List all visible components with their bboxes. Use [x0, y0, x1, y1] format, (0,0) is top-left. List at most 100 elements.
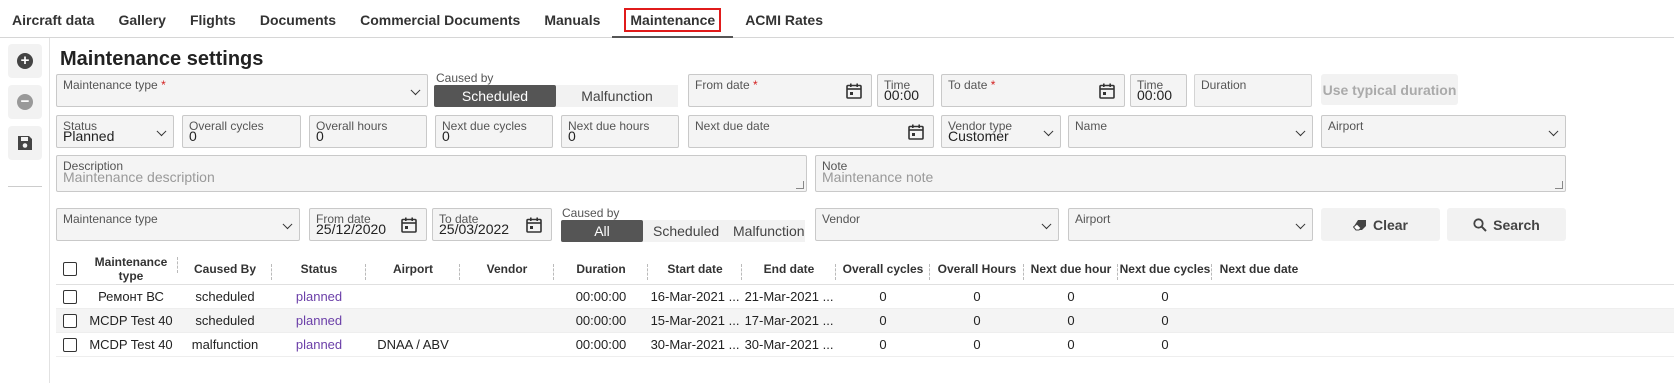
filter-from-date-field[interactable]: From date 25/12/2020 — [309, 208, 427, 241]
filter-airport-label: Airport — [1075, 212, 1111, 226]
col-overall-cycles[interactable]: Overall cycles — [836, 262, 930, 280]
filter-vendor-label: Vendor — [822, 212, 861, 226]
filter-maintenance-type-select[interactable]: Maintenance type — [56, 208, 300, 241]
cell-next-due-hour: 0 — [1067, 337, 1075, 352]
page-title: Maintenance settings — [60, 48, 264, 70]
row-select-cell — [56, 337, 84, 352]
from-time-field[interactable]: Time 00:00 — [877, 74, 934, 107]
col-start-date[interactable]: Start date — [648, 262, 742, 280]
cell-next-due-cycles: 0 — [1161, 289, 1169, 304]
cell-next-due-hour: 0 — [1067, 289, 1075, 304]
tab-acmi-rates[interactable]: ACMI Rates — [733, 0, 835, 38]
name-label: Name — [1075, 119, 1108, 133]
to-date-label: To date * — [948, 78, 996, 92]
col-next-due-date[interactable]: Next due date — [1212, 262, 1306, 276]
duration-field: Duration — [1194, 74, 1312, 107]
calendar-icon[interactable] — [1098, 82, 1116, 100]
filter-caused-by-all[interactable]: All — [561, 220, 643, 242]
caused-by-label: Caused by — [436, 71, 494, 85]
next-due-cycles-field[interactable]: Next due cycles 0 — [435, 115, 553, 148]
tab-maintenance[interactable]: Maintenance — [612, 0, 734, 38]
col-status[interactable]: Status — [272, 262, 366, 280]
select-all-checkbox[interactable] — [63, 261, 77, 276]
caused-by-malfunction[interactable]: Malfunction — [556, 85, 678, 107]
table-row[interactable]: MCDP Test 40 scheduled planned 00:00:00 … — [56, 309, 1674, 333]
airport-select[interactable]: Airport — [1321, 115, 1566, 148]
filter-caused-by-malfunction[interactable]: Malfunction — [723, 220, 805, 242]
cell-next-due-cycles: 0 — [1161, 313, 1169, 328]
use-typical-duration-button[interactable]: Use typical duration — [1321, 74, 1458, 105]
tab-gallery[interactable]: Gallery — [106, 0, 177, 38]
vendor-type-select[interactable]: Vendor type Customer — [941, 115, 1061, 148]
status-select[interactable]: Status Planned — [56, 115, 174, 148]
filter-airport-select[interactable]: Airport — [1068, 208, 1313, 241]
col-caused-by[interactable]: Caused By — [178, 262, 272, 280]
col-next-due-cycles[interactable]: Next due cycles — [1118, 262, 1212, 280]
filter-caused-by-scheduled[interactable]: Scheduled — [643, 220, 723, 242]
maintenance-table: Maintenance type Caused By Status Airpor… — [56, 253, 1674, 357]
search-button[interactable]: Search — [1447, 208, 1566, 241]
col-duration[interactable]: Duration — [554, 262, 648, 280]
calendar-icon[interactable] — [525, 216, 543, 234]
next-due-hours-field[interactable]: Next due hours 0 — [561, 115, 679, 148]
cell-airport: DNAA / ABV — [377, 337, 449, 352]
col-airport[interactable]: Airport — [366, 262, 460, 280]
cell-status: planned — [295, 313, 343, 328]
table-row[interactable]: MCDP Test 40 malfunction planned DNAA / … — [56, 333, 1674, 357]
cell-overall-cycles: 0 — [879, 337, 887, 352]
to-date-field[interactable]: To date * — [941, 74, 1125, 107]
clear-button[interactable]: Clear — [1321, 208, 1440, 241]
tab-aircraft-data[interactable]: Aircraft data — [0, 0, 106, 38]
tab-manuals[interactable]: Manuals — [532, 0, 612, 38]
next-due-cycles-value: 0 — [442, 128, 450, 144]
description-textarea[interactable]: Description Maintenance description — [56, 155, 807, 192]
maintenance-type-select[interactable]: Maintenance type * — [56, 74, 428, 107]
tab-commercial-documents[interactable]: Commercial Documents — [348, 0, 532, 38]
cell-overall-hours: 0 — [973, 289, 981, 304]
tab-flights[interactable]: Flights — [178, 0, 248, 38]
tab-documents[interactable]: Documents — [248, 0, 348, 38]
cell-duration: 00:00:00 — [575, 313, 627, 328]
cell-status: planned — [295, 337, 343, 352]
row-checkbox[interactable] — [63, 289, 77, 304]
cell-start-date: 16-Mar-2021 ... — [650, 289, 740, 304]
cell-duration: 00:00:00 — [575, 337, 627, 352]
cell-end-date: 30-Mar-2021 ... — [744, 337, 834, 352]
calendar-icon[interactable] — [907, 123, 925, 141]
calendar-icon[interactable] — [400, 216, 418, 234]
note-textarea[interactable]: Note Maintenance note — [815, 155, 1566, 192]
save-button[interactable] — [8, 126, 42, 160]
row-checkbox[interactable] — [63, 313, 77, 328]
filter-to-date-field[interactable]: To date 25/03/2022 — [432, 208, 552, 241]
add-button[interactable]: + — [8, 44, 42, 78]
col-vendor[interactable]: Vendor — [460, 262, 554, 280]
col-maintenance-type[interactable]: Maintenance type — [84, 255, 178, 283]
overall-cycles-label: Overall cycles — [189, 119, 264, 133]
caused-by-scheduled[interactable]: Scheduled — [434, 85, 556, 107]
next-due-date-field[interactable]: Next due date — [688, 115, 934, 148]
col-end-date[interactable]: End date — [742, 262, 836, 280]
top-tab-bar: Aircraft data Gallery Flights Documents … — [0, 0, 1674, 38]
table-header: Maintenance type Caused By Status Airpor… — [56, 253, 1674, 285]
filter-vendor-select[interactable]: Vendor — [815, 208, 1059, 241]
eraser-icon — [1352, 219, 1366, 230]
resize-handle[interactable] — [1555, 181, 1563, 189]
to-time-value: 00:00 — [1137, 87, 1173, 103]
calendar-icon[interactable] — [845, 82, 863, 100]
overall-hours-field[interactable]: Overall hours 0 — [309, 115, 427, 148]
add-circle-icon: + — [17, 53, 33, 69]
overall-hours-value: 0 — [316, 128, 324, 144]
name-select[interactable]: Name — [1068, 115, 1313, 148]
chevron-down-icon — [1295, 125, 1306, 136]
col-next-due-hour[interactable]: Next due hour — [1024, 262, 1118, 280]
rail-divider — [8, 186, 42, 187]
from-date-field[interactable]: From date * — [688, 74, 872, 107]
next-due-hours-label: Next due hours — [568, 119, 650, 133]
resize-handle[interactable] — [796, 181, 804, 189]
row-checkbox[interactable] — [63, 337, 77, 352]
table-row[interactable]: Ремонт ВС scheduled planned 00:00:00 16-… — [56, 285, 1674, 309]
overall-cycles-field[interactable]: Overall cycles 0 — [182, 115, 301, 148]
col-overall-hours[interactable]: Overall Hours — [930, 262, 1024, 280]
to-time-field[interactable]: Time 00:00 — [1130, 74, 1187, 107]
remove-button[interactable]: − — [8, 85, 42, 119]
